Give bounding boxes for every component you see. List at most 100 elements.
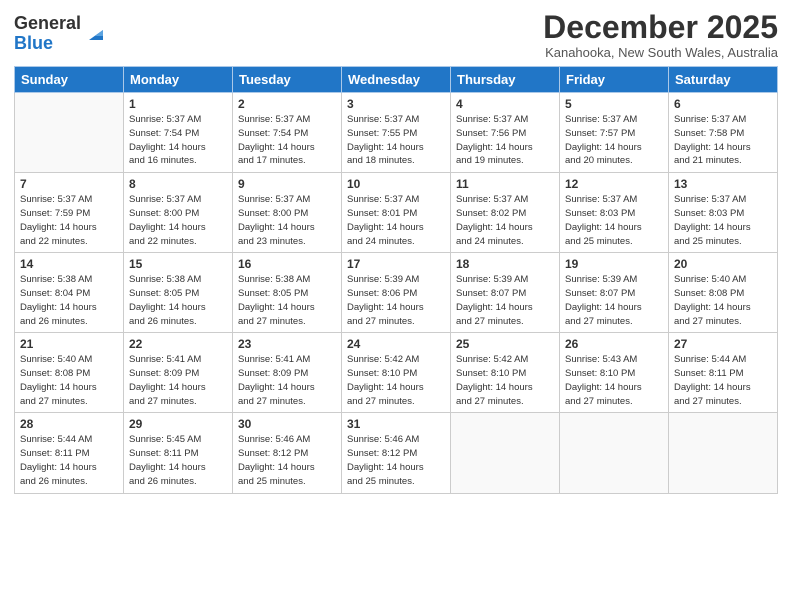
day-info: Sunrise: 5:37 AMSunset: 7:54 PMDaylight:…	[129, 113, 227, 168]
day-number: 13	[674, 177, 772, 191]
day-info: Sunrise: 5:37 AMSunset: 8:02 PMDaylight:…	[456, 193, 554, 248]
day-number: 8	[129, 177, 227, 191]
calendar-table: Sunday Monday Tuesday Wednesday Thursday…	[14, 66, 778, 493]
day-info: Sunrise: 5:42 AMSunset: 8:10 PMDaylight:…	[456, 353, 554, 408]
day-info: Sunrise: 5:37 AMSunset: 7:59 PMDaylight:…	[20, 193, 118, 248]
calendar-cell: 4 Sunrise: 5:37 AMSunset: 7:56 PMDaylight…	[451, 93, 560, 173]
day-info: Sunrise: 5:46 AMSunset: 8:12 PMDaylight:…	[347, 433, 445, 488]
calendar-cell: 29Sunrise: 5:45 AMSunset: 8:11 PMDayligh…	[124, 413, 233, 493]
col-friday: Friday	[560, 67, 669, 93]
day-number: 10	[347, 177, 445, 191]
calendar-cell: 23 Sunrise: 5:41 AMSunset: 8:09 PMDayligh…	[233, 333, 342, 413]
calendar-cell: 27 Sunrise: 5:44 AMSunset: 8:11 PMDayligh…	[669, 333, 778, 413]
day-info: Sunrise: 5:37 AMSunset: 7:58 PMDaylight:…	[674, 113, 772, 168]
day-number: 4	[456, 97, 554, 111]
day-info: Sunrise: 5:39 AMSunset: 8:07 PMDaylight:…	[565, 273, 663, 328]
day-number: 27	[674, 337, 772, 351]
day-info: Sunrise: 5:40 AMSunset: 8:08 PMDaylight:…	[674, 273, 772, 328]
calendar-cell: 31 Sunrise: 5:46 AMSunset: 8:12 PMDayligh…	[342, 413, 451, 493]
calendar-cell: 3Sunrise: 5:37 AMSunset: 7:55 PMDaylight…	[342, 93, 451, 173]
header: General Blue December 2025 Kanahooka, Ne…	[14, 10, 778, 60]
calendar-cell: 22 Sunrise: 5:41 AMSunset: 8:09 PMDayligh…	[124, 333, 233, 413]
calendar-week-row: 14 Sunrise: 5:38 AMSunset: 8:04 PMDayligh…	[15, 253, 778, 333]
month-title: December 2025	[543, 10, 778, 45]
subtitle: Kanahooka, New South Wales, Australia	[543, 45, 778, 60]
col-wednesday: Wednesday	[342, 67, 451, 93]
calendar-cell: 11 Sunrise: 5:37 AMSunset: 8:02 PMDayligh…	[451, 173, 560, 253]
calendar-cell	[15, 93, 124, 173]
day-number: 21	[20, 337, 118, 351]
day-info: Sunrise: 5:37 AMSunset: 8:03 PMDaylight:…	[674, 193, 772, 248]
day-number: 14	[20, 257, 118, 271]
calendar-cell: 20 Sunrise: 5:40 AMSunset: 8:08 PMDayligh…	[669, 253, 778, 333]
day-info: Sunrise: 5:37 AMSunset: 8:03 PMDaylight:…	[565, 193, 663, 248]
day-number: 15	[129, 257, 227, 271]
logo-text: General Blue	[14, 14, 81, 54]
calendar-cell: 2 Sunrise: 5:37 AMSunset: 7:54 PMDaylight…	[233, 93, 342, 173]
col-tuesday: Tuesday	[233, 67, 342, 93]
calendar-cell: 24Sunrise: 5:42 AMSunset: 8:10 PMDayligh…	[342, 333, 451, 413]
day-number: 2	[238, 97, 336, 111]
day-number: 31	[347, 417, 445, 431]
calendar-cell: 8Sunrise: 5:37 AMSunset: 8:00 PMDaylight…	[124, 173, 233, 253]
calendar-cell: 14 Sunrise: 5:38 AMSunset: 8:04 PMDayligh…	[15, 253, 124, 333]
day-number: 20	[674, 257, 772, 271]
calendar-cell: 18Sunrise: 5:39 AMSunset: 8:07 PMDayligh…	[451, 253, 560, 333]
calendar-cell: 15Sunrise: 5:38 AMSunset: 8:05 PMDayligh…	[124, 253, 233, 333]
day-number: 29	[129, 417, 227, 431]
day-info: Sunrise: 5:37 AMSunset: 7:56 PMDaylight:…	[456, 113, 554, 168]
main-container: General Blue December 2025 Kanahooka, Ne…	[0, 0, 792, 504]
day-number: 7	[20, 177, 118, 191]
calendar-cell	[451, 413, 560, 493]
calendar-cell: 16Sunrise: 5:38 AMSunset: 8:05 PMDayligh…	[233, 253, 342, 333]
day-number: 9	[238, 177, 336, 191]
day-info: Sunrise: 5:41 AMSunset: 8:09 PMDaylight:…	[129, 353, 227, 408]
day-info: Sunrise: 5:44 AMSunset: 8:11 PMDaylight:…	[674, 353, 772, 408]
calendar-week-row: 1Sunrise: 5:37 AMSunset: 7:54 PMDaylight…	[15, 93, 778, 173]
calendar-cell: 6 Sunrise: 5:37 AMSunset: 7:58 PMDaylight…	[669, 93, 778, 173]
calendar-week-row: 28Sunrise: 5:44 AMSunset: 8:11 PMDayligh…	[15, 413, 778, 493]
col-saturday: Saturday	[669, 67, 778, 93]
day-number: 28	[20, 417, 118, 431]
calendar-cell	[560, 413, 669, 493]
calendar-cell: 17Sunrise: 5:39 AMSunset: 8:06 PMDayligh…	[342, 253, 451, 333]
day-info: Sunrise: 5:41 AMSunset: 8:09 PMDaylight:…	[238, 353, 336, 408]
col-monday: Monday	[124, 67, 233, 93]
calendar-cell: 5Sunrise: 5:37 AMSunset: 7:57 PMDaylight…	[560, 93, 669, 173]
day-info: Sunrise: 5:46 AMSunset: 8:12 PMDaylight:…	[238, 433, 336, 488]
logo-icon	[85, 22, 107, 44]
calendar-week-row: 7 Sunrise: 5:37 AMSunset: 7:59 PMDaylight…	[15, 173, 778, 253]
day-info: Sunrise: 5:38 AMSunset: 8:04 PMDaylight:…	[20, 273, 118, 328]
logo-general: General	[14, 14, 81, 34]
day-number: 26	[565, 337, 663, 351]
day-number: 18	[456, 257, 554, 271]
calendar-cell: 10 Sunrise: 5:37 AMSunset: 8:01 PMDayligh…	[342, 173, 451, 253]
title-block: December 2025 Kanahooka, New South Wales…	[543, 10, 778, 60]
day-number: 23	[238, 337, 336, 351]
day-info: Sunrise: 5:37 AMSunset: 8:00 PMDaylight:…	[238, 193, 336, 248]
calendar-cell: 28Sunrise: 5:44 AMSunset: 8:11 PMDayligh…	[15, 413, 124, 493]
day-info: Sunrise: 5:43 AMSunset: 8:10 PMDaylight:…	[565, 353, 663, 408]
calendar-cell: 30Sunrise: 5:46 AMSunset: 8:12 PMDayligh…	[233, 413, 342, 493]
day-number: 11	[456, 177, 554, 191]
day-info: Sunrise: 5:37 AMSunset: 8:01 PMDaylight:…	[347, 193, 445, 248]
day-number: 22	[129, 337, 227, 351]
day-number: 19	[565, 257, 663, 271]
calendar-cell: 9 Sunrise: 5:37 AMSunset: 8:00 PMDaylight…	[233, 173, 342, 253]
day-number: 24	[347, 337, 445, 351]
day-info: Sunrise: 5:39 AMSunset: 8:06 PMDaylight:…	[347, 273, 445, 328]
day-info: Sunrise: 5:37 AMSunset: 7:57 PMDaylight:…	[565, 113, 663, 168]
col-sunday: Sunday	[15, 67, 124, 93]
calendar-cell: 7 Sunrise: 5:37 AMSunset: 7:59 PMDaylight…	[15, 173, 124, 253]
day-info: Sunrise: 5:37 AMSunset: 7:54 PMDaylight:…	[238, 113, 336, 168]
logo: General Blue	[14, 14, 107, 54]
logo-blue: Blue	[14, 34, 81, 54]
calendar-week-row: 21 Sunrise: 5:40 AMSunset: 8:08 PMDayligh…	[15, 333, 778, 413]
col-thursday: Thursday	[451, 67, 560, 93]
day-info: Sunrise: 5:40 AMSunset: 8:08 PMDaylight:…	[20, 353, 118, 408]
day-number: 25	[456, 337, 554, 351]
calendar-cell: 19 Sunrise: 5:39 AMSunset: 8:07 PMDayligh…	[560, 253, 669, 333]
day-number: 6	[674, 97, 772, 111]
day-number: 16	[238, 257, 336, 271]
calendar-cell: 21 Sunrise: 5:40 AMSunset: 8:08 PMDayligh…	[15, 333, 124, 413]
